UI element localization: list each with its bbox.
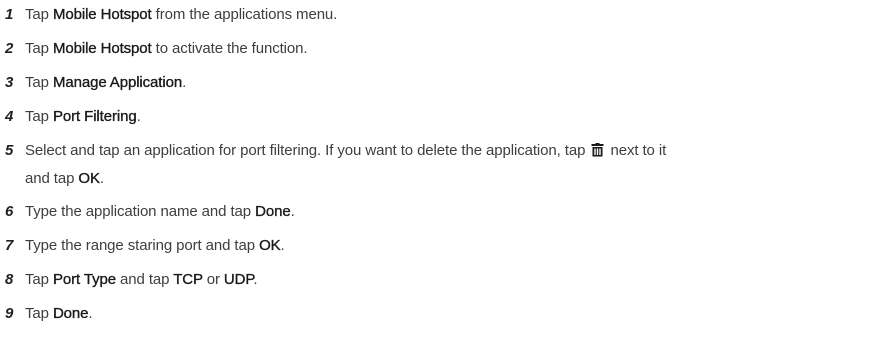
- step-text: Select and tap an application for port f…: [25, 138, 885, 192]
- instruction-steps: 1 Tap Mobile Hotspot from the applicatio…: [0, 0, 888, 346]
- step-text-part: or: [202, 271, 224, 288]
- option-name: Port Type: [52, 271, 116, 288]
- option-name: Mobile Hotspot: [52, 40, 152, 57]
- button-name: Done: [52, 305, 89, 322]
- step-text: Tap Mobile Hotspot to activate the funct…: [25, 38, 885, 60]
- option-name: Port Filtering: [52, 108, 137, 125]
- step-text-part: Tap: [25, 305, 53, 322]
- button-name: Done: [255, 203, 291, 220]
- step-text-part: Tap: [25, 74, 53, 91]
- step-text-part: .: [136, 108, 141, 125]
- step-number: 5: [5, 142, 14, 159]
- step-text-part: Tap: [25, 108, 53, 125]
- button-name: OK: [78, 170, 100, 187]
- step-text-part: to activate the function.: [151, 40, 308, 57]
- step-number: 4: [5, 108, 14, 125]
- step-number: 2: [5, 40, 14, 57]
- step-text: Type the application name and tap Done.: [25, 201, 885, 223]
- step-text-part: Type the application name and tap: [25, 203, 256, 220]
- option-name: Manage Application: [52, 74, 183, 91]
- step-text-part: .: [182, 74, 187, 91]
- step-text-part: next to it: [606, 142, 667, 159]
- step-number: 7: [5, 237, 14, 254]
- step-text-part: and tap: [115, 271, 174, 288]
- step-text: Tap Mobile Hotspot from the applications…: [25, 4, 885, 26]
- step-text-part: .: [99, 170, 104, 187]
- option-name: UDP: [223, 271, 254, 288]
- step-text-part: .: [280, 237, 285, 254]
- step-number: 1: [5, 6, 14, 23]
- step-number: 9: [5, 305, 14, 322]
- step-text-part: Tap: [25, 6, 53, 23]
- menu-item-name: Mobile Hotspot: [52, 6, 152, 23]
- step-text-part: Type the range staring port and tap: [25, 237, 260, 254]
- step-text: Tap Done.: [25, 303, 885, 325]
- step-text-part: from the applications menu.: [151, 6, 338, 23]
- step-text-part: Select and tap an application for port f…: [25, 142, 590, 159]
- button-name: OK: [259, 237, 281, 254]
- step-number: 3: [5, 74, 14, 91]
- step-number: 8: [5, 271, 14, 288]
- step-text-part: and tap: [25, 170, 79, 187]
- step-text-part: .: [88, 305, 93, 322]
- step-text-part: Tap: [25, 40, 53, 57]
- step-text: Tap Port Filtering.: [25, 106, 885, 128]
- step-text-part: .: [290, 203, 295, 220]
- step-text-part: Tap: [25, 271, 53, 288]
- option-name: TCP: [173, 271, 203, 288]
- step-number: 6: [5, 203, 14, 220]
- trash-icon: [591, 140, 604, 166]
- step-text: Tap Port Type and tap TCP or UDP.: [25, 269, 885, 291]
- step-text-part: .: [253, 271, 258, 288]
- step-text: Tap Manage Application.: [25, 72, 885, 94]
- step-text: Type the range staring port and tap OK.: [25, 235, 885, 257]
